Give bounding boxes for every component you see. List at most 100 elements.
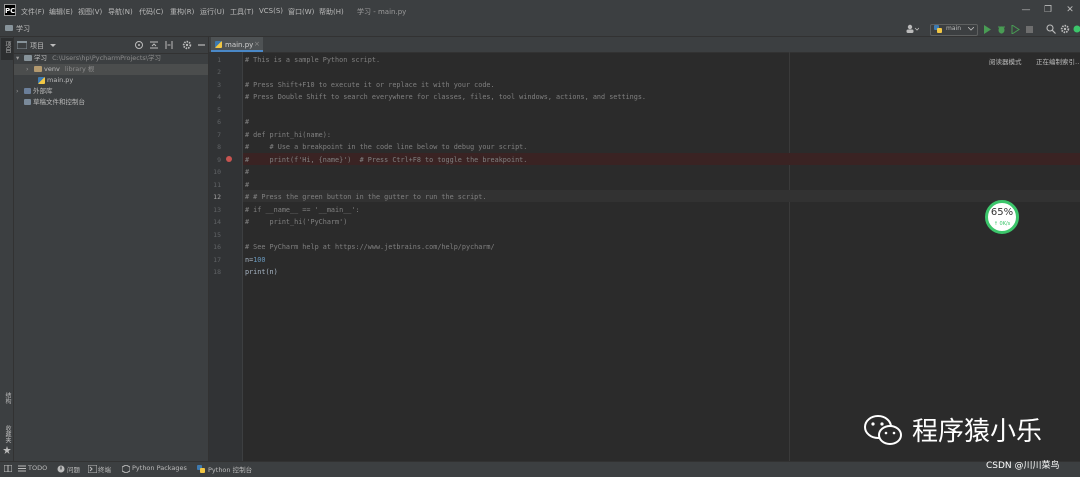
cpu-usage-value: 65% <box>985 207 1019 218</box>
code-line[interactable]: # See PyCharm help at https://www.jetbra… <box>245 243 495 251</box>
tab-label: main.py <box>225 41 253 49</box>
line-number: 4 <box>209 93 221 101</box>
tree-item-scratches[interactable]: 草稿文件和控制台 <box>14 97 208 108</box>
run-configuration-label: main <box>946 25 961 32</box>
stop-icon[interactable] <box>1025 25 1034 34</box>
status-python-packages[interactable]: Python Packages <box>132 464 187 472</box>
project-tool-label: 项目 <box>3 41 12 53</box>
gear-icon[interactable] <box>182 40 192 50</box>
tree-item-label: main.py <box>47 76 73 84</box>
code-line[interactable]: # Press Shift+F10 to execute it or repla… <box>245 81 495 89</box>
line-number: 17 <box>209 256 221 264</box>
menu-edit[interactable]: 编辑(E) <box>49 7 73 17</box>
ide-update-icon[interactable] <box>1073 24 1080 34</box>
tree-item-label: 学习 <box>34 54 47 62</box>
close-button[interactable]: ✕ <box>1060 4 1080 16</box>
status-terminal[interactable]: 终端 <box>98 464 111 474</box>
watermark-text: 程序猿小乐 <box>912 411 1042 448</box>
tree-item-main-py[interactable]: main.py <box>14 75 208 86</box>
menu-help[interactable]: 帮助(H) <box>319 7 344 17</box>
chevron-down-icon: ▾ <box>16 53 24 64</box>
line-number: 2 <box>209 68 221 76</box>
scratch-icon <box>24 99 31 105</box>
line-number: 6 <box>209 118 221 126</box>
structure-tool-label[interactable]: 结构 <box>3 392 12 404</box>
terminal-icon <box>88 465 97 473</box>
tree-item-external-libraries[interactable]: › 外部库 <box>14 86 208 97</box>
code-line[interactable]: # <box>245 181 249 189</box>
code-line[interactable]: # Press Double Shift to search everywher… <box>245 93 646 101</box>
watermark-credit: CSDN @川川菜鸟 <box>986 458 1060 471</box>
layout-icon[interactable] <box>4 465 12 472</box>
menu-tools[interactable]: 工具(T) <box>230 7 254 17</box>
code-line[interactable]: # <box>245 118 249 126</box>
star-icon <box>3 446 11 454</box>
code-line[interactable]: # <box>245 168 249 176</box>
line-number: 7 <box>209 131 221 139</box>
line-number: 11 <box>209 181 221 189</box>
code-line[interactable]: # This is a sample Python script. <box>245 56 380 64</box>
code-line[interactable]: # print_hi('PyCharm') <box>245 218 347 226</box>
chevron-right-icon: › <box>16 86 24 97</box>
status-problems[interactable]: 问题 <box>67 464 80 474</box>
tree-item-label: 草稿文件和控制台 <box>33 98 85 106</box>
code-line[interactable]: print(n) <box>245 268 278 276</box>
collapse-all-icon[interactable] <box>149 40 159 50</box>
menu-code[interactable]: 代码(C) <box>139 7 163 17</box>
code-line[interactable]: # # Use a breakpoint in the code line be… <box>245 143 527 151</box>
coverage-icon[interactable] <box>1011 25 1020 34</box>
search-icon[interactable] <box>1046 24 1056 34</box>
python-icon <box>197 465 206 473</box>
breakpoint-icon[interactable] <box>226 156 232 162</box>
code-line[interactable]: # if __name__ == '__main__': <box>245 206 360 214</box>
project-view-select[interactable]: 项目 <box>30 41 44 51</box>
line-number: 8 <box>209 143 221 151</box>
code-line[interactable]: # def print_hi(name): <box>245 131 331 139</box>
tree-item-label: 外部库 <box>33 87 53 95</box>
line-number: 1 <box>209 56 221 64</box>
code-line[interactable]: n=100 <box>245 256 265 264</box>
code-line[interactable]: # # Press the green button in the gutter… <box>245 193 486 201</box>
line-number: 13 <box>209 206 221 214</box>
line-number: 18 <box>209 268 221 276</box>
pycharm-logo-icon: PC <box>4 4 16 16</box>
minimize-button[interactable]: — <box>1016 4 1036 16</box>
menu-file[interactable]: 文件(F) <box>21 7 45 17</box>
packages-icon <box>122 465 130 473</box>
tree-item-root[interactable]: ▾ 学习 C:\Users\hp\PycharmProjects\学习 <box>14 53 208 64</box>
folder-icon <box>24 55 32 61</box>
tree-item-venv[interactable]: ›venv library 根 <box>14 64 208 75</box>
line-number: 3 <box>209 81 221 89</box>
expand-all-icon[interactable] <box>164 40 174 50</box>
project-panel-icon <box>17 41 27 49</box>
tree-item-hint: library 根 <box>65 65 94 73</box>
library-icon <box>24 88 31 94</box>
tree-item-path: C:\Users\hp\PycharmProjects\学习 <box>52 54 161 62</box>
chevron-down-icon[interactable] <box>50 44 56 48</box>
reader-mode-button[interactable]: 阅读器模式 <box>989 56 1022 66</box>
menu-navigate[interactable]: 导航(N) <box>108 7 133 17</box>
status-todo[interactable]: TODO <box>28 464 47 472</box>
close-tab-icon[interactable]: × <box>254 40 260 48</box>
menu-refactor[interactable]: 重构(R) <box>170 7 194 17</box>
status-python-console[interactable]: Python 控制台 <box>208 464 252 474</box>
editor-tab-bar <box>209 37 1080 53</box>
favorites-tool-label[interactable]: 收藏夹 <box>3 425 12 443</box>
user-icon[interactable] <box>905 24 919 34</box>
line-number: 15 <box>209 231 221 239</box>
locate-icon[interactable] <box>134 40 144 50</box>
gear-icon[interactable] <box>1060 24 1070 34</box>
python-icon <box>934 25 943 33</box>
indexing-status: 正在编制索引… <box>1036 56 1080 66</box>
menu-window[interactable]: 窗口(W) <box>288 7 314 17</box>
code-line[interactable]: # print(f'Hi, {name}') # Press Ctrl+F8 t… <box>245 156 527 164</box>
hide-panel-icon[interactable] <box>197 40 206 50</box>
todo-icon <box>18 465 26 472</box>
menu-view[interactable]: 视图(V) <box>78 7 102 17</box>
maximize-button[interactable]: ❐ <box>1038 4 1058 16</box>
breadcrumb[interactable]: 学习 <box>16 24 30 34</box>
run-icon[interactable] <box>983 25 992 34</box>
menu-run[interactable]: 运行(U) <box>200 7 225 17</box>
debug-icon[interactable] <box>997 25 1006 34</box>
menu-vcs[interactable]: VCS(S) <box>259 7 283 15</box>
